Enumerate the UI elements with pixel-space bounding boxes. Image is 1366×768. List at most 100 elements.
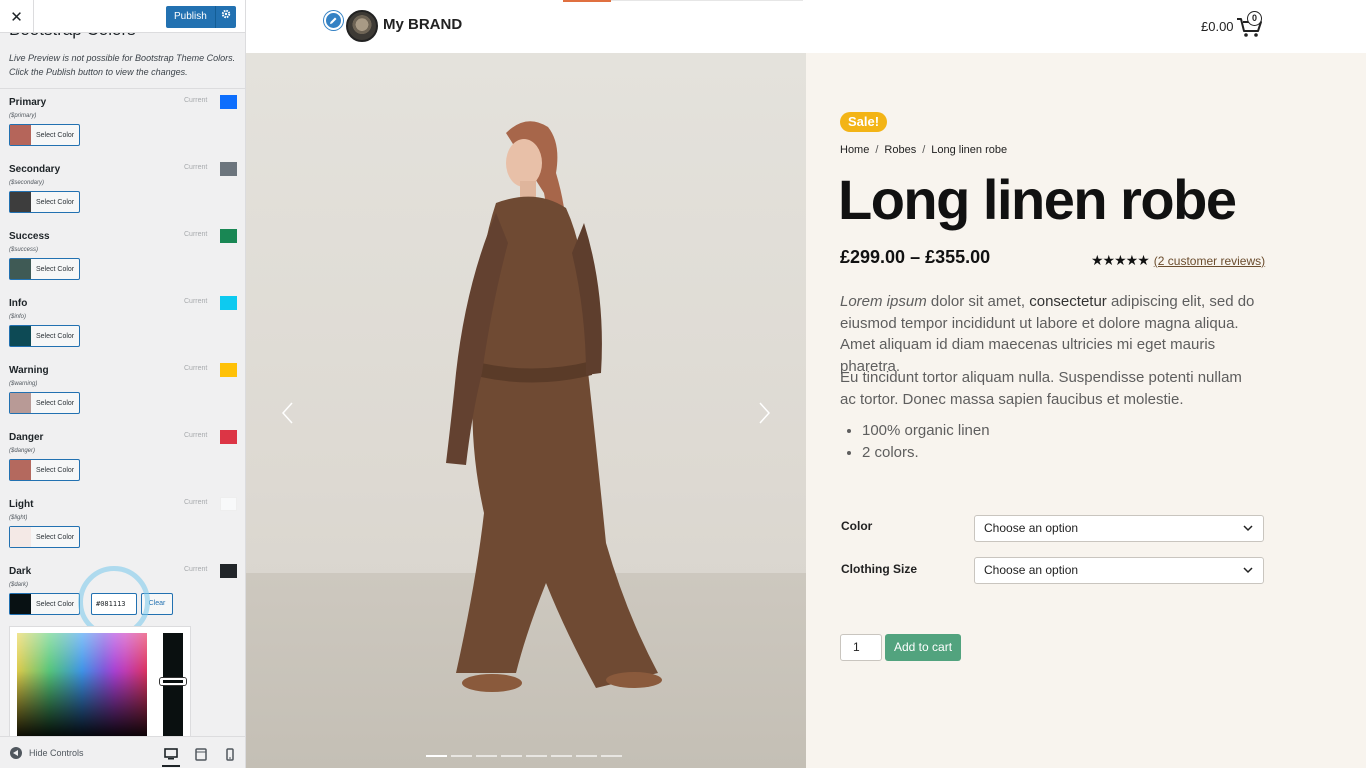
- product-description-1: Lorem ipsum dolor sit amet, consectetur …: [840, 291, 1260, 377]
- selected-color-swatch: [10, 259, 31, 279]
- size-select-value: Choose an option: [984, 563, 1079, 577]
- current-color-swatch: [220, 363, 237, 377]
- select-color-button[interactable]: Select Color: [9, 593, 81, 615]
- breadcrumb-robes-link[interactable]: Robes: [884, 144, 916, 156]
- feature-item: 100% organic linen: [862, 420, 990, 442]
- edit-pencil-icon[interactable]: [324, 11, 343, 30]
- gallery-dot[interactable]: [526, 755, 547, 757]
- select-color-button[interactable]: Select Color: [9, 526, 81, 548]
- chevron-down-icon: [1243, 525, 1253, 532]
- breadcrumb: Home / Robes / Long linen robe: [840, 144, 1007, 156]
- select-color-label: Select Color: [36, 533, 75, 541]
- product-description-2: Eu tincidunt tortor aliquam nulla. Suspe…: [840, 369, 1242, 408]
- mobile-preview-icon[interactable]: [221, 745, 239, 763]
- cart-count-badge: 0: [1247, 11, 1262, 26]
- select-color-label: Select Color: [36, 265, 75, 273]
- publish-button[interactable]: Publish: [166, 6, 215, 28]
- select-color-button[interactable]: Select Color: [9, 392, 81, 414]
- color-control-info: Info ($info) Current Select Color: [9, 296, 239, 365]
- gallery-prev-arrow-icon[interactable]: [278, 401, 298, 425]
- gallery-dot[interactable]: [576, 755, 597, 757]
- quantity-input[interactable]: 1: [840, 634, 882, 661]
- breadcrumb-separator: /: [922, 144, 926, 156]
- saturation-brightness-square[interactable]: [17, 633, 147, 741]
- feature-item: 2 colors.: [862, 442, 990, 464]
- chevron-down-icon: [1243, 567, 1253, 574]
- product-summary: Sale! Home / Robes / Long linen robe Long li…: [806, 53, 1366, 768]
- select-color-button[interactable]: Select Color: [9, 258, 81, 280]
- gallery-dot[interactable]: [501, 755, 522, 757]
- brand-name[interactable]: My BRAND: [383, 16, 462, 33]
- color-control-warning: Warning ($warning) Current Select Color: [9, 363, 239, 432]
- select-color-label: Select Color: [36, 399, 75, 407]
- add-to-cart-button[interactable]: Add to cart: [885, 634, 962, 661]
- select-color-button[interactable]: Select Color: [9, 459, 81, 481]
- publish-group: Publish: [166, 6, 236, 28]
- collapse-arrow-icon: [10, 747, 22, 759]
- color-attribute-label: Color: [841, 519, 873, 533]
- hide-controls-label: Hide Controls: [29, 748, 84, 758]
- gallery-pagination: [426, 755, 622, 757]
- selected-color-swatch: [10, 393, 31, 413]
- hide-controls-button[interactable]: Hide Controls: [10, 747, 84, 759]
- product-image: [446, 121, 662, 692]
- color-variable: ($warning): [9, 381, 38, 387]
- color-variable: ($primary): [9, 113, 37, 119]
- gallery-dot[interactable]: [601, 755, 622, 757]
- desc-em: Lorem ipsum: [840, 293, 927, 310]
- publish-settings-gear-icon[interactable]: [214, 6, 236, 28]
- current-label: Current: [184, 164, 208, 171]
- current-label: Current: [184, 97, 208, 104]
- color-title: Secondary: [9, 164, 61, 175]
- panel-description: Live Preview is not possible for Bootstr…: [9, 53, 236, 77]
- gallery-dot[interactable]: [451, 755, 472, 757]
- breadcrumb-home-link[interactable]: Home: [840, 144, 869, 156]
- gallery-dot[interactable]: [476, 755, 497, 757]
- breadcrumb-current: Long linen robe: [931, 144, 1008, 156]
- select-color-button[interactable]: Select Color: [9, 325, 81, 347]
- desktop-preview-icon[interactable]: [162, 743, 180, 767]
- nav-underline: [611, 0, 803, 1]
- color-title: Success: [9, 231, 50, 242]
- close-customizer-button[interactable]: ✕: [0, 0, 34, 33]
- hue-slider-handle[interactable]: [160, 678, 186, 685]
- tablet-preview-icon[interactable]: [192, 745, 210, 763]
- selected-color-swatch: [10, 326, 31, 346]
- color-variable: ($success): [9, 247, 39, 253]
- hue-slider-strip[interactable]: [163, 633, 183, 741]
- current-label: Current: [184, 298, 208, 305]
- cart-total[interactable]: £0.00: [1201, 19, 1234, 34]
- select-color-label: Select Color: [36, 600, 75, 608]
- color-title: Primary: [9, 97, 47, 108]
- color-variable: ($info): [9, 314, 27, 320]
- brand-logo[interactable]: [346, 10, 378, 42]
- color-control-danger: Danger ($danger) Current Select Color: [9, 430, 239, 499]
- size-attribute-label: Clothing Size: [841, 562, 917, 576]
- current-label: Current: [184, 499, 208, 506]
- color-variable: ($secondary): [9, 180, 45, 186]
- select-color-button[interactable]: Select Color: [9, 191, 81, 213]
- color-select-value: Choose an option: [984, 521, 1079, 535]
- color-control-success: Success ($success) Current Select Color: [9, 229, 239, 298]
- gallery-next-arrow-icon[interactable]: [754, 401, 774, 425]
- current-color-swatch: [220, 162, 237, 176]
- gallery-dot[interactable]: [551, 755, 572, 757]
- reviews-link[interactable]: (2 customer reviews): [1154, 254, 1265, 268]
- sale-badge: Sale!: [840, 112, 888, 132]
- color-control-secondary: Secondary ($secondary) Current Select Color: [9, 162, 239, 231]
- select-color-label: Select Color: [36, 198, 75, 206]
- color-select[interactable]: Choose an option: [974, 515, 1264, 542]
- customizer-footer: Hide Controls: [0, 736, 245, 768]
- site-header: My BRAND £0.00 0: [246, 0, 1366, 53]
- select-color-button[interactable]: Select Color: [9, 124, 81, 146]
- gallery-dot[interactable]: [426, 755, 447, 757]
- product-gallery[interactable]: [246, 53, 806, 768]
- selected-color-swatch: [10, 125, 31, 145]
- clear-color-button[interactable]: Clear: [141, 593, 173, 615]
- current-color-swatch: [220, 229, 237, 243]
- breadcrumb-separator: /: [875, 144, 879, 156]
- color-title: Danger: [9, 432, 44, 443]
- size-select[interactable]: Choose an option: [974, 557, 1264, 584]
- hex-color-input[interactable]: #081113: [91, 593, 137, 615]
- color-control-light: Light ($light) Current Select Color: [9, 497, 239, 566]
